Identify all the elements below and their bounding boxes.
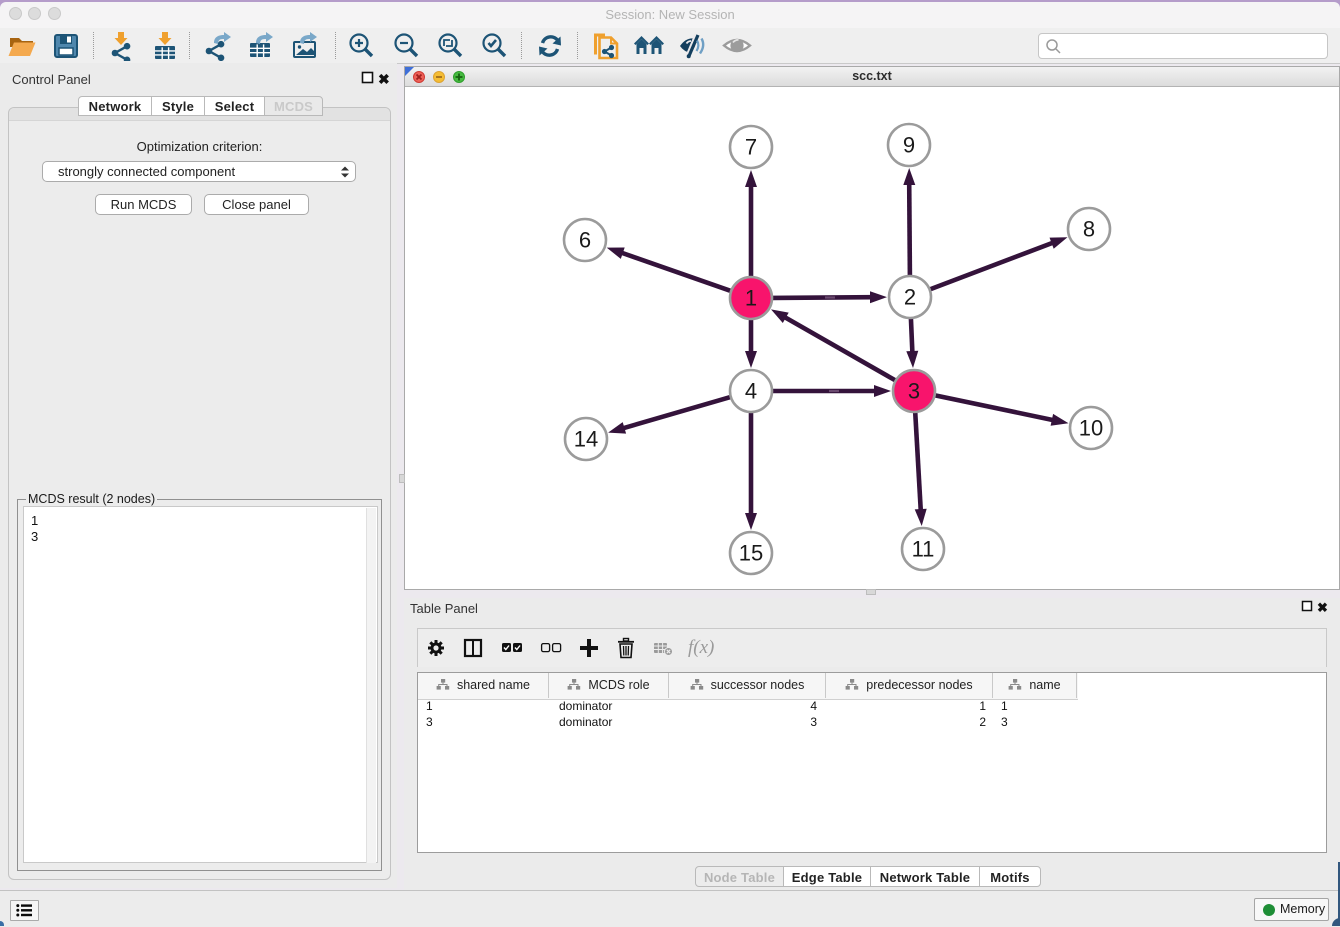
svg-text:3: 3 (908, 379, 920, 404)
svg-text:11: 11 (912, 537, 935, 562)
svg-text:14: 14 (574, 427, 598, 452)
svg-text:9: 9 (903, 133, 915, 158)
svg-text:7: 7 (745, 135, 757, 160)
svg-text:4: 4 (745, 379, 757, 404)
svg-text:6: 6 (579, 228, 591, 253)
svg-text:10: 10 (1079, 416, 1103, 441)
svg-text:1: 1 (745, 286, 757, 311)
svg-text:8: 8 (1083, 217, 1095, 242)
svg-text:2: 2 (904, 285, 916, 310)
svg-text:15: 15 (739, 541, 763, 566)
